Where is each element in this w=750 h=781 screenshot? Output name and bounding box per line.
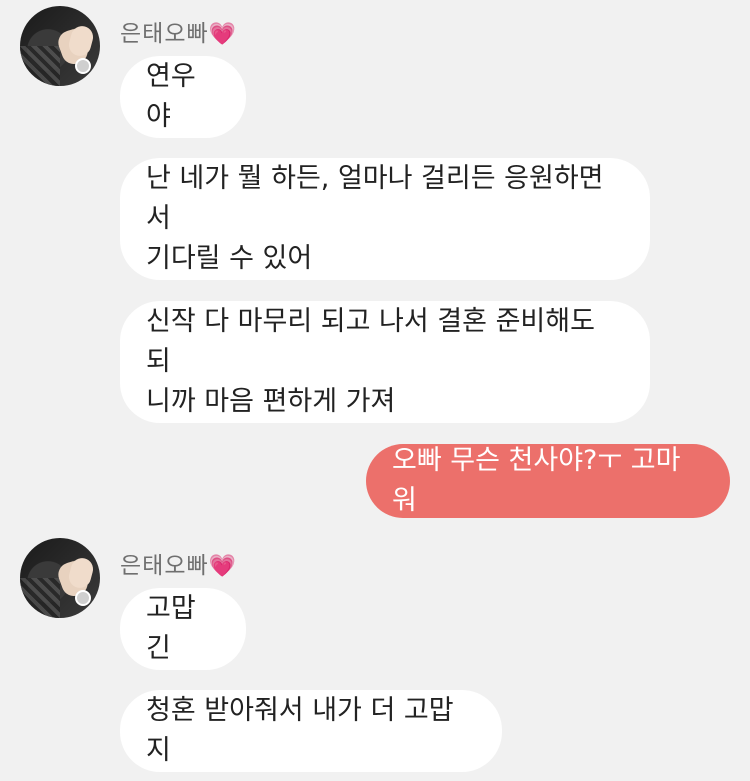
sender-name-text: 은태오빠 bbox=[120, 21, 209, 47]
heart-icon: 💗 bbox=[208, 22, 238, 47]
sender-avatar[interactable] bbox=[20, 538, 100, 618]
sender-avatar[interactable] bbox=[20, 6, 100, 86]
message-bubble-received[interactable]: 청혼 받아줘서 내가 더 고맙지 bbox=[120, 690, 502, 772]
message-text: 연우야 bbox=[146, 61, 196, 132]
avatar-pattern bbox=[20, 578, 60, 618]
message-text: 난 네가 뭘 하든, 얼마나 걸리든 응원하면서 기다릴 수 있어 bbox=[146, 163, 604, 274]
message-text: 신작 다 마무리 되고 나서 결혼 준비해도 되 니까 마음 편하게 가져 bbox=[146, 306, 595, 417]
avatar-pattern bbox=[20, 46, 60, 86]
sender-name: 은태오빠💗 bbox=[120, 14, 237, 48]
message-bubble-received[interactable]: 연우야 bbox=[120, 56, 246, 138]
message-bubble-sent[interactable]: 오빠 무슨 천사야?ㅜ 고마워 bbox=[366, 444, 730, 518]
message-bubble-received[interactable]: 고맙긴 bbox=[120, 588, 246, 670]
message-bubble-received[interactable]: 신작 다 마무리 되고 나서 결혼 준비해도 되 니까 마음 편하게 가져 bbox=[120, 301, 650, 423]
avatar-watch bbox=[75, 58, 91, 74]
message-text: 오빠 무슨 천사야?ㅜ 고마워 bbox=[392, 445, 681, 516]
heart-icon: 💗 bbox=[208, 554, 238, 579]
sender-name-text: 은태오빠 bbox=[120, 553, 209, 579]
message-text: 고맙긴 bbox=[146, 593, 196, 664]
avatar-watch bbox=[75, 590, 91, 606]
sender-name: 은태오빠💗 bbox=[120, 546, 237, 580]
message-text: 청혼 받아줘서 내가 더 고맙지 bbox=[146, 695, 454, 766]
message-bubble-received[interactable]: 난 네가 뭘 하든, 얼마나 걸리든 응원하면서 기다릴 수 있어 bbox=[120, 158, 650, 280]
